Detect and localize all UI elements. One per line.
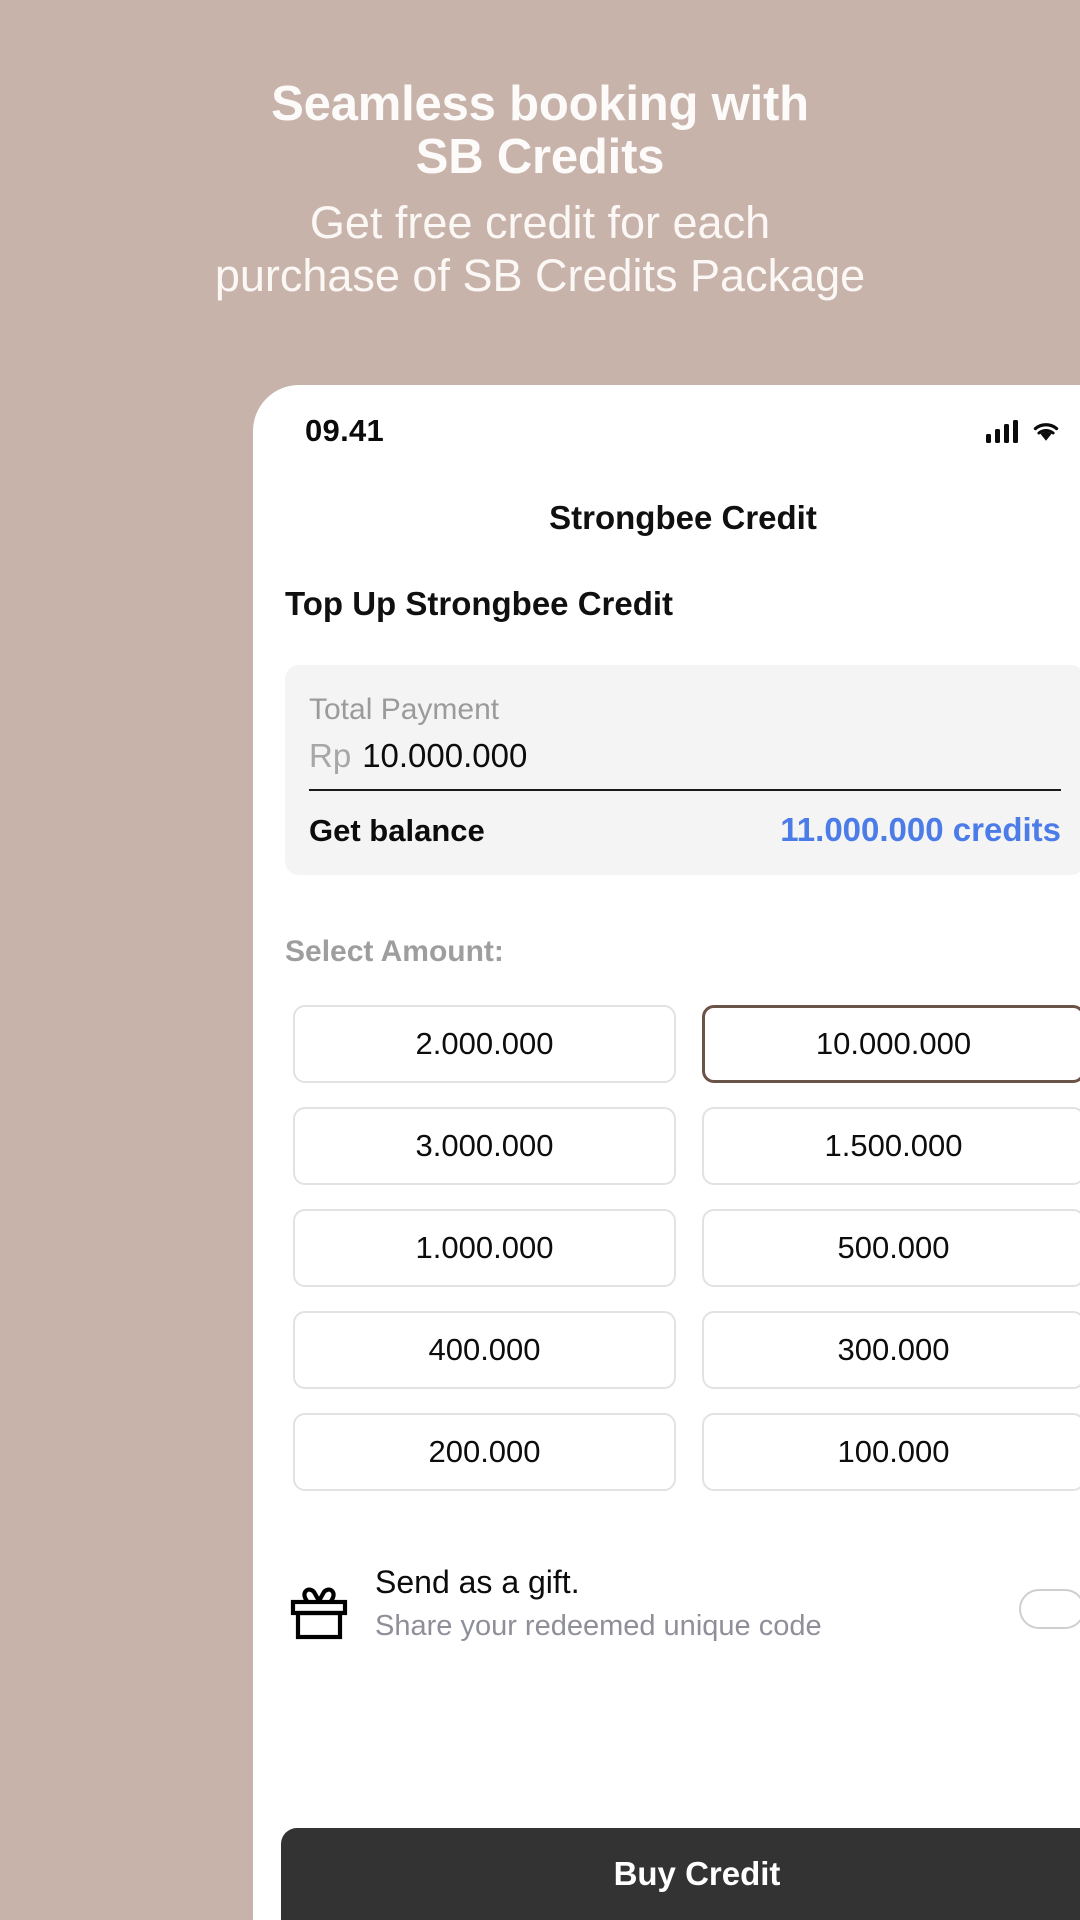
promo-headline-line-1: Seamless booking with — [271, 77, 809, 131]
gift-icon — [287, 1585, 351, 1641]
phone-mockup: 09.41 Strongbee Credit Top Up Strongbee … — [253, 385, 1080, 1920]
promo-headline: Seamless booking with SB Credits — [0, 78, 1080, 184]
get-balance-value: 11.000.000 credits — [780, 811, 1061, 848]
gift-subtitle: Share your redeemed unique code — [375, 1610, 822, 1643]
amount-option[interactable]: 3.000.000 — [293, 1107, 676, 1185]
promo-subtitle-line-1: Get free credit for each — [309, 196, 771, 248]
total-payment-label: Total Payment — [309, 693, 500, 726]
amount-option[interactable]: 1.500.000 — [702, 1107, 1080, 1185]
buy-credit-button[interactable]: Buy Credit — [281, 1828, 1080, 1920]
total-payment-value: 10.000.000 — [362, 737, 528, 774]
total-payment-row: Rp 10.000.000 — [309, 737, 1061, 789]
cellular-signal-icon — [985, 419, 1018, 443]
page-title: Strongbee Credit — [549, 499, 817, 536]
promo-subtitle-line-2: purchase of SB Credits Package — [214, 249, 866, 301]
amount-option[interactable]: 200.000 — [293, 1413, 676, 1491]
amount-option[interactable]: 100.000 — [702, 1413, 1080, 1491]
get-balance-row: Get balance 11.000.000 credits — [309, 811, 1061, 849]
promo-banner: Seamless booking with SB Credits Get fre… — [0, 0, 1080, 302]
status-bar-time: 09.41 — [305, 413, 385, 448]
status-bar: 09.41 — [253, 385, 1080, 463]
get-balance-label: Get balance — [309, 813, 485, 848]
amount-option[interactable]: 400.000 — [293, 1311, 676, 1389]
wifi-icon — [1031, 420, 1061, 443]
payment-summary-card: Total Payment Rp 10.000.000 Get balance … — [285, 665, 1080, 875]
send-as-gift-row[interactable]: Send as a gift. Share your redeemed uniq… — [287, 1563, 1080, 1643]
payment-divider — [309, 789, 1061, 791]
amount-option[interactable]: 300.000 — [702, 1311, 1080, 1389]
currency-prefix: Rp — [309, 737, 352, 774]
amount-option[interactable]: 2.000.000 — [293, 1005, 676, 1083]
buy-credit-label: Buy Credit — [613, 1855, 781, 1892]
gift-text-block: Send as a gift. Share your redeemed uniq… — [375, 1563, 995, 1643]
amount-option[interactable]: 1.000.000 — [293, 1209, 676, 1287]
amount-grid: 2.000.000 10.000.000 3.000.000 1.500.000… — [293, 1005, 1080, 1491]
status-bar-icons — [985, 419, 1062, 443]
select-amount-label: Select Amount: — [285, 935, 504, 968]
gift-toggle[interactable] — [1019, 1589, 1080, 1629]
amount-option-selected[interactable]: 10.000.000 — [702, 1005, 1080, 1083]
promo-headline-line-2: SB Credits — [415, 129, 665, 184]
promo-subtitle: Get free credit for each purchase of SB … — [0, 196, 1080, 302]
amount-option[interactable]: 500.000 — [702, 1209, 1080, 1287]
gift-title: Send as a gift. — [375, 1564, 580, 1600]
section-heading: Top Up Strongbee Credit — [285, 585, 674, 622]
